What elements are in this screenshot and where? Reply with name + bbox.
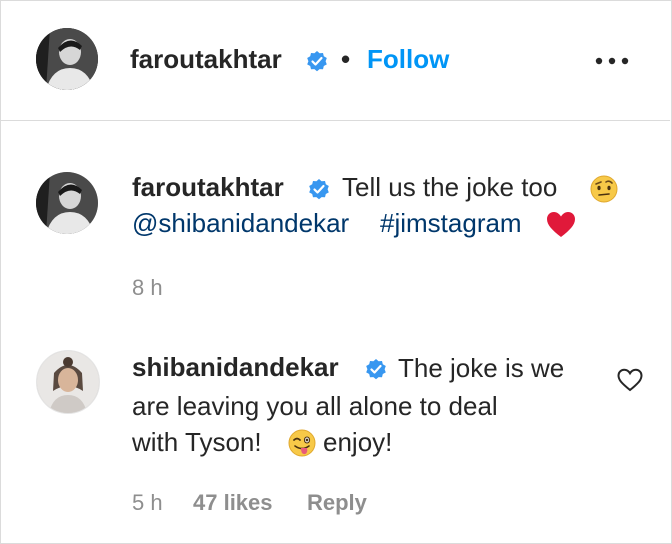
like-heart-icon[interactable]: [617, 368, 643, 392]
post-header: faroutakhtar • Follow: [0, 0, 670, 121]
comment-text-line3: with Tyson!: [132, 427, 262, 457]
hashtag-link[interactable]: #jimstagram: [380, 205, 522, 241]
comment-likes[interactable]: 47 likes: [193, 490, 273, 516]
caption-username[interactable]: faroutakhtar: [132, 172, 284, 203]
avatar[interactable]: [36, 350, 100, 414]
verified-badge-icon: [307, 51, 327, 72]
comment-username[interactable]: shibanidandekar: [132, 352, 339, 383]
winking-tongue-emoji-icon: [288, 429, 316, 457]
comment-text-line2: are leaving you all alone to deal: [132, 391, 498, 421]
reply-button[interactable]: Reply: [307, 490, 367, 516]
follow-button[interactable]: Follow: [367, 44, 449, 75]
comment-timestamp[interactable]: 5 h: [132, 490, 163, 516]
avatar-photo-icon: [37, 351, 99, 413]
avatar[interactable]: [36, 28, 98, 90]
avatar-photo-icon: [36, 28, 98, 90]
comment-text-line1: The joke is we: [398, 353, 565, 383]
red-heart-icon: [547, 212, 575, 237]
raised-eyebrow-emoji-icon: [590, 175, 618, 203]
caption-text: Tell us the joke too: [342, 172, 558, 202]
verified-badge-icon: [366, 359, 386, 380]
comment-text-line3-end: enjoy!: [323, 427, 393, 457]
avatar-photo-icon: [36, 172, 98, 234]
mention-link[interactable]: @shibanidandekar: [132, 205, 349, 241]
avatar[interactable]: [36, 172, 98, 234]
more-options-icon[interactable]: [595, 56, 629, 66]
header-username[interactable]: faroutakhtar: [130, 44, 282, 75]
caption-timestamp[interactable]: 8 h: [132, 275, 163, 301]
header-separator: •: [341, 44, 351, 74]
verified-badge-icon: [309, 179, 329, 200]
